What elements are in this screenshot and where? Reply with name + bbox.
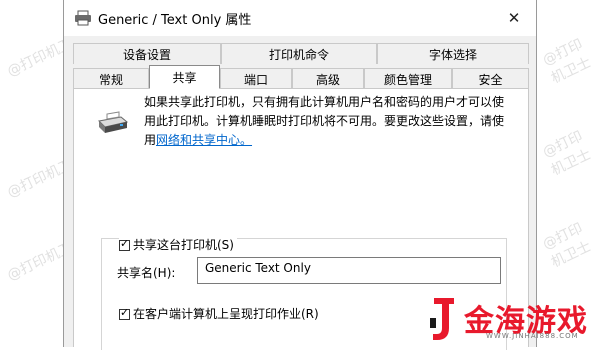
- tab-font-selection[interactable]: 字体选择: [377, 43, 529, 64]
- share-name-input[interactable]: Generic Text Only: [197, 257, 501, 284]
- info-line: 用网络和共享中心。: [144, 131, 524, 150]
- tab-general[interactable]: 常规: [73, 68, 149, 89]
- share-printer-option[interactable]: 共享这台打印机(S): [119, 236, 237, 253]
- sharing-info-text: 如果共享此打印机，只有拥有此计算机用户名和密码的用户才可以使 用此打印机。计算机…: [144, 93, 524, 150]
- render-on-client-option[interactable]: 在客户端计算机上呈现打印作业(R): [119, 305, 319, 322]
- tab-device-settings[interactable]: 设备设置: [73, 43, 221, 64]
- share-printer-label: 共享这台打印机(S): [133, 238, 234, 252]
- render-on-client-checkbox[interactable]: [119, 306, 130, 320]
- tab-sharing[interactable]: 共享: [149, 65, 220, 89]
- close-button[interactable]: ✕: [492, 0, 536, 36]
- render-on-client-label: 在客户端计算机上呈现打印作业(R): [133, 307, 319, 321]
- info-line: 用此打印机。计算机睡眠时打印机将不可用。要更改这些设置，请使: [144, 114, 505, 128]
- close-icon: ✕: [507, 9, 521, 27]
- tab-security[interactable]: 安全: [452, 68, 529, 89]
- printer-icon: [75, 10, 91, 26]
- share-name-label: 共享名(H):: [117, 266, 176, 280]
- watermark-text: @打印机卫士: [540, 36, 594, 87]
- watermark-text: @打印机卫士: [540, 128, 594, 179]
- tab-printer-commands[interactable]: 打印机命令: [221, 43, 377, 64]
- tab-ports[interactable]: 端口: [220, 68, 292, 89]
- tab-strip: 设备设置 打印机命令 字体选择 常规 共享 端口 高级 颜色管理 安全: [73, 43, 529, 89]
- site-logo: 金海游戏 WWW.JINHAI888.COM: [420, 292, 600, 347]
- tab-advanced[interactable]: 高级: [292, 68, 364, 89]
- info-line: 如果共享此打印机，只有拥有此计算机用户名和密码的用户才可以使: [144, 95, 505, 109]
- info-prefix: 用: [144, 133, 157, 147]
- watermark-text: @打印机卫士: [540, 220, 594, 271]
- logo-subtext: WWW.JINHAI888.COM: [486, 332, 579, 340]
- share-printer-checkbox[interactable]: [119, 237, 130, 251]
- window-title: Generic / Text Only 属性: [98, 13, 252, 28]
- printer-icon: [97, 111, 129, 133]
- tab-color-management[interactable]: 颜色管理: [364, 68, 452, 89]
- title-bar[interactable]: Generic / Text Only 属性 ✕: [64, 0, 536, 36]
- network-sharing-center-link[interactable]: 网络和共享中心。: [156, 133, 252, 147]
- logo-mark-icon: [430, 298, 454, 340]
